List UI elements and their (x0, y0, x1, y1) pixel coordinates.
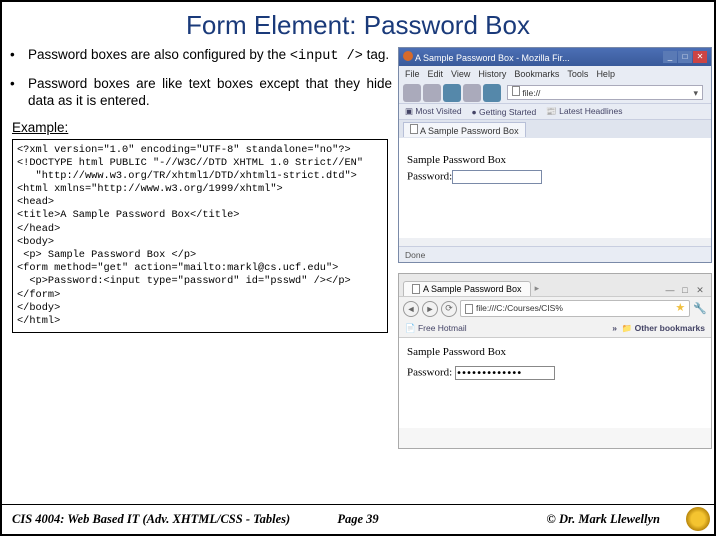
chrome-address-text: file:///C:/Courses/CIS% (476, 300, 563, 317)
minimize-button[interactable]: — (663, 284, 677, 296)
slide-footer: CIS 4004: Web Based IT (Adv. XHTML/CSS -… (2, 504, 714, 534)
footer-course: CIS 4004: Web Based IT (Adv. XHTML/CSS -… (12, 512, 290, 527)
firefox-page-body: Sample Password Box Password: (399, 138, 711, 238)
bm-label: Latest Headlines (559, 106, 622, 116)
bullet-pre: Password boxes are also configured by th… (28, 47, 290, 62)
close-button[interactable]: ✕ (693, 51, 707, 63)
bullet-text: Password boxes are also configured by th… (28, 47, 392, 66)
firefox-address-bar[interactable]: file:// ▾ (507, 85, 703, 100)
reload-button[interactable] (443, 84, 461, 102)
content-row: • Password boxes are also configured by … (2, 47, 714, 449)
settings-wrench-icon[interactable]: 🔧 (693, 302, 707, 315)
password-row: Password: (407, 366, 703, 380)
firefox-title-text: A Sample Password Box - Mozilla Fir... (403, 51, 570, 63)
footer-author: © Dr. Mark Llewellyn (546, 512, 660, 527)
page-heading: Sample Password Box (407, 346, 703, 358)
firefox-statusbar: Done (399, 246, 711, 262)
firefox-tab-label: A Sample Password Box (420, 126, 519, 136)
chrome-window: A Sample Password Box ▸ —□✕ ◄ ► ⟳ file:/… (398, 273, 712, 449)
window-buttons: _□✕ (662, 51, 707, 63)
bookmark-most-visited[interactable]: ▣ Most Visited (405, 106, 462, 117)
dropdown-icon[interactable]: ▾ (693, 86, 698, 101)
firefox-tab[interactable]: A Sample Password Box (403, 122, 526, 137)
firefox-tabstrip: A Sample Password Box (399, 120, 711, 138)
bm-label: Getting Started (479, 107, 536, 117)
stop-button[interactable] (463, 84, 481, 102)
right-column: A Sample Password Box - Mozilla Fir... _… (392, 47, 712, 449)
tab-favicon (410, 124, 418, 134)
bookmark-star-icon[interactable]: ★ (675, 300, 685, 317)
bookmark-getting-started[interactable]: ● Getting Started (472, 107, 537, 117)
footer-page: Page 39 (337, 512, 378, 527)
example-label: Example: (12, 120, 392, 135)
menu-edit[interactable]: Edit (428, 69, 444, 79)
maximize-button[interactable]: □ (678, 284, 692, 296)
bullet-code: <input /> (290, 49, 363, 64)
firefox-titlebar: A Sample Password Box - Mozilla Fir... _… (399, 48, 711, 66)
chrome-page-body: Sample Password Box Password: (399, 338, 711, 428)
firefox-icon (403, 51, 413, 61)
bm-label: Other bookmarks (635, 323, 705, 333)
bullet-item: • Password boxes are like text boxes exc… (10, 76, 392, 110)
chrome-toolbar: ◄ ► ⟳ file:///C:/Courses/CIS% ★ 🔧 (399, 296, 711, 320)
menu-bookmarks[interactable]: Bookmarks (514, 69, 559, 79)
chrome-tabstrip: A Sample Password Box ▸ —□✕ (399, 274, 711, 296)
password-label: Password: (407, 367, 452, 379)
bookmark-latest-headlines[interactable]: 📰 Latest Headlines (546, 106, 622, 117)
reload-button[interactable]: ⟳ (441, 301, 457, 317)
page-icon (512, 86, 520, 96)
menu-history[interactable]: History (478, 69, 506, 79)
page-icon (465, 304, 473, 314)
menu-help[interactable]: Help (596, 69, 615, 79)
bm-label: Most Visited (415, 106, 461, 116)
password-row: Password: (407, 170, 703, 184)
bullet-item: • Password boxes are also configured by … (10, 47, 392, 66)
password-input[interactable] (452, 170, 542, 184)
new-tab-button[interactable]: ▸ (531, 281, 544, 296)
menu-tools[interactable]: Tools (567, 69, 588, 79)
firefox-toolbar: file:// ▾ (399, 82, 711, 104)
bullet-text: Password boxes are like text boxes excep… (28, 76, 392, 110)
menu-file[interactable]: File (405, 69, 420, 79)
ucf-logo-icon (686, 507, 710, 531)
maximize-button[interactable]: □ (678, 51, 692, 63)
page-heading: Sample Password Box (407, 154, 703, 166)
password-input[interactable] (455, 366, 555, 380)
back-button[interactable] (403, 84, 421, 102)
bookmarks-overflow[interactable]: » 📁 Other bookmarks (612, 323, 705, 334)
firefox-title-label: A Sample Password Box - Mozilla Fir... (415, 53, 570, 63)
menu-view[interactable]: View (451, 69, 470, 79)
firefox-menubar: File Edit View History Bookmarks Tools H… (399, 66, 711, 82)
chrome-tab-label: A Sample Password Box (423, 284, 522, 294)
bullet-list: • Password boxes are also configured by … (10, 47, 392, 110)
bullet-marker: • (10, 47, 28, 66)
slide-container: Form Element: Password Box • Password bo… (0, 0, 716, 536)
home-button[interactable] (483, 84, 501, 102)
bookmark-hotmail[interactable]: 📄 Free Hotmail (405, 323, 467, 334)
tab-favicon (412, 284, 420, 294)
firefox-address-text: file:// (522, 88, 540, 98)
bullet-post: tag. (363, 47, 389, 62)
close-button[interactable]: ✕ (693, 284, 707, 296)
password-label: Password: (407, 171, 452, 183)
minimize-button[interactable]: _ (663, 51, 677, 63)
chrome-address-bar[interactable]: file:///C:/Courses/CIS% ★ (460, 300, 690, 317)
forward-button[interactable]: ► (422, 301, 438, 317)
chrome-tab[interactable]: A Sample Password Box (403, 281, 531, 296)
bullet-marker: • (10, 76, 28, 110)
left-column: • Password boxes are also configured by … (10, 47, 392, 449)
firefox-window: A Sample Password Box - Mozilla Fir... _… (398, 47, 712, 263)
window-buttons: —□✕ (663, 284, 707, 296)
code-example: <?xml version="1.0" encoding="UTF-8" sta… (12, 139, 388, 333)
back-button[interactable]: ◄ (403, 301, 419, 317)
chrome-bookmarks-bar: 📄 Free Hotmail » 📁 Other bookmarks (399, 320, 711, 338)
forward-button[interactable] (423, 84, 441, 102)
bm-label: Free Hotmail (418, 323, 467, 333)
slide-title: Form Element: Password Box (2, 2, 714, 47)
firefox-bookmarks-bar: ▣ Most Visited ● Getting Started 📰 Lates… (399, 104, 711, 120)
